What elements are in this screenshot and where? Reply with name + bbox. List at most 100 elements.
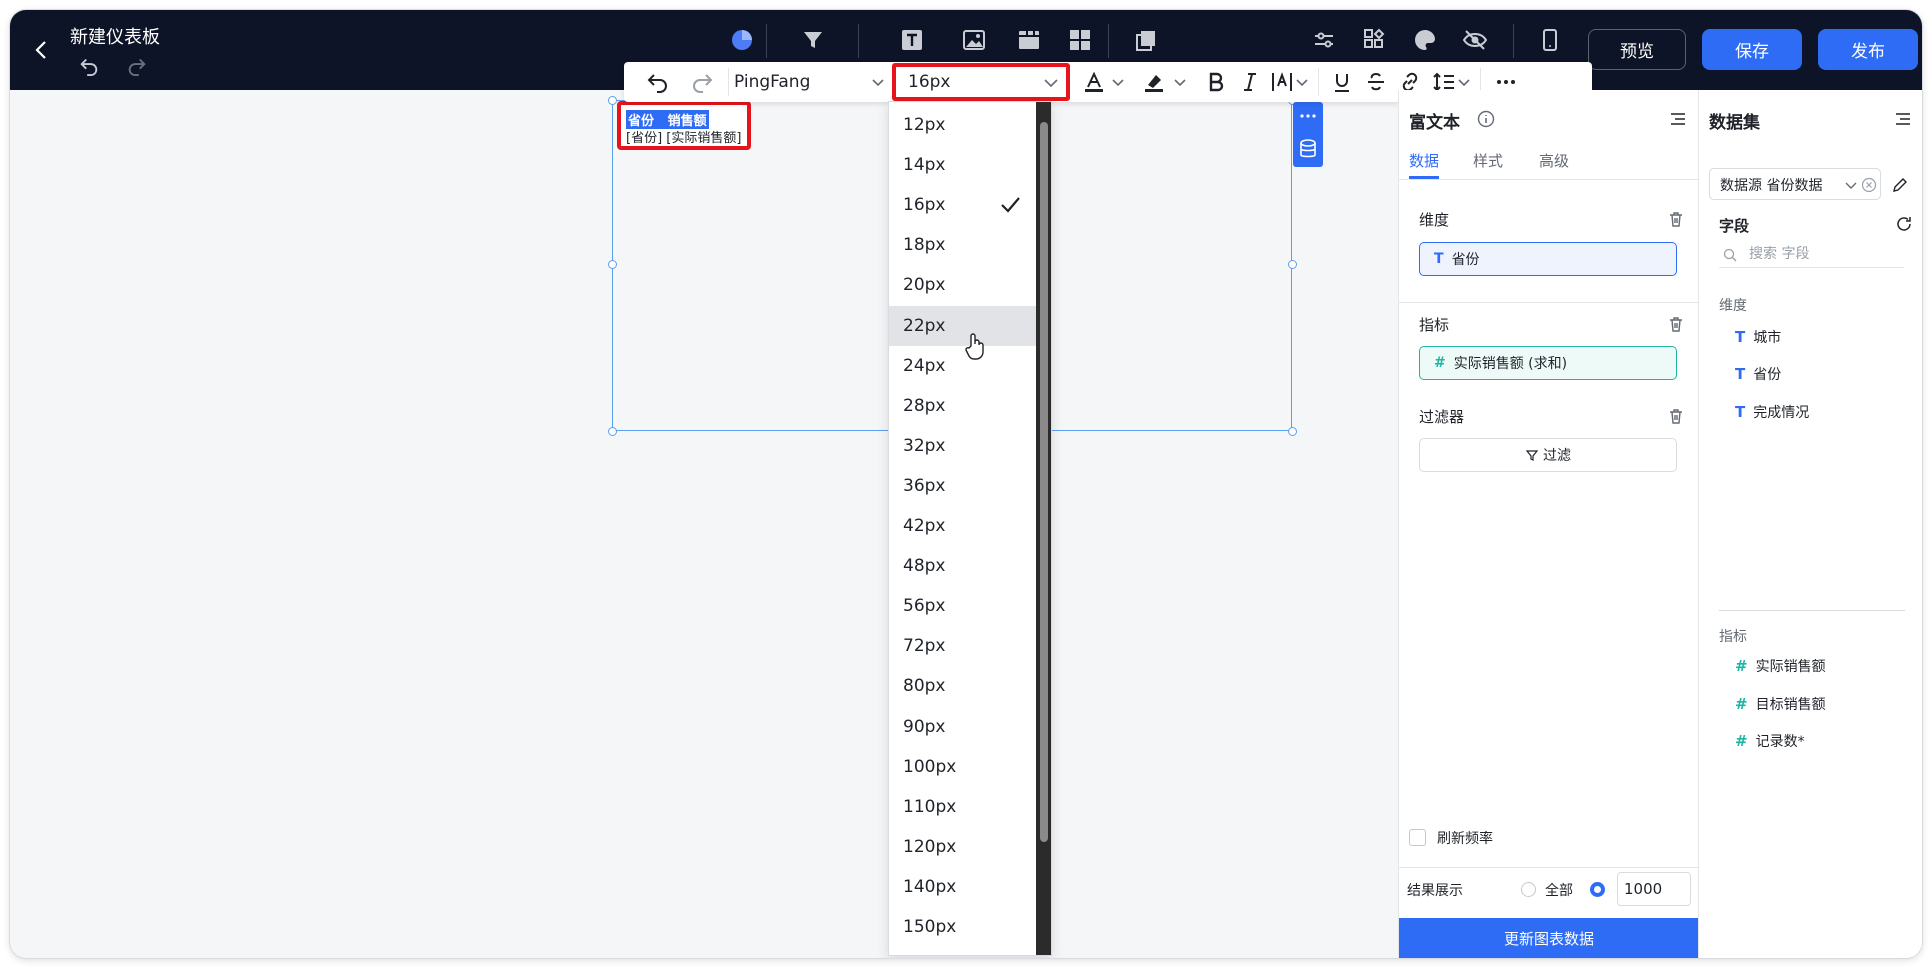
trash-icon[interactable] (1667, 315, 1685, 333)
radio-all[interactable] (1521, 882, 1536, 897)
tab-advanced[interactable]: 高级 (1539, 150, 1569, 171)
font-size-option[interactable]: 32px (889, 426, 1037, 466)
font-size-option[interactable]: 12px (889, 105, 1037, 145)
dimension-field-pill[interactable]: T 省份 (1419, 242, 1677, 276)
font-size-option[interactable]: 110px (889, 787, 1037, 827)
field-item-completion[interactable]: T 完成情况 (1735, 402, 1809, 422)
trash-icon[interactable] (1667, 407, 1685, 425)
tab-style[interactable]: 样式 (1473, 150, 1503, 171)
measure-field-label: 实际销售额 (求和) (1453, 356, 1568, 372)
font-size-option[interactable]: 120px (889, 827, 1037, 867)
dimension-field-label: 省份 (1451, 252, 1480, 268)
database-icon[interactable] (1298, 138, 1318, 160)
layout-grid-icon[interactable] (1066, 26, 1094, 54)
font-size-option[interactable]: 150px (889, 907, 1037, 947)
font-size-option[interactable]: 14px (889, 145, 1037, 185)
resize-handle-mr[interactable] (1288, 260, 1297, 269)
field-item-province[interactable]: T 省份 (1735, 364, 1781, 384)
publish-button[interactable]: 发布 (1818, 29, 1918, 70)
highlight-color-icon[interactable] (1142, 70, 1166, 94)
undo-icon[interactable] (78, 54, 100, 76)
font-size-option[interactable]: 100px (889, 747, 1037, 787)
components-icon[interactable] (1360, 26, 1388, 54)
font-size-option[interactable]: 36px (889, 466, 1037, 506)
font-size-option[interactable]: 16px (889, 185, 1037, 225)
filter-button[interactable]: 过滤 (1419, 438, 1677, 472)
font-color-icon[interactable] (1082, 70, 1106, 94)
font-size-option[interactable]: 72px (889, 626, 1037, 666)
collapse-panel-icon[interactable] (1894, 110, 1912, 128)
resize-handle-br[interactable] (1288, 427, 1297, 436)
font-size-option[interactable]: 22px (889, 306, 1037, 346)
collapse-panel-icon[interactable] (1669, 110, 1687, 128)
resize-handle-ml[interactable] (608, 260, 617, 269)
font-size-option[interactable]: 20px (889, 265, 1037, 305)
strikethrough-icon[interactable] (1364, 70, 1388, 94)
font-size-option[interactable]: 48px (889, 546, 1037, 586)
image-icon[interactable] (960, 26, 988, 54)
checkmark-icon (1001, 197, 1020, 213)
font-size-option[interactable]: 90px (889, 707, 1037, 747)
back-arrow-icon[interactable] (30, 38, 54, 62)
panel-divider[interactable] (1719, 610, 1905, 611)
font-family-select[interactable]: PingFang (734, 72, 810, 92)
preview-button[interactable]: 预览 (1588, 29, 1686, 70)
chart-pie-icon[interactable] (728, 26, 756, 54)
dropdown-scrollbar[interactable] (1036, 102, 1051, 955)
rich-text-content[interactable]: 省份 销售额 [省份] [实际销售额] (617, 101, 751, 150)
datasource-chevron-icon[interactable] (1844, 178, 1858, 192)
letter-spacing-icon[interactable] (1270, 70, 1294, 94)
font-size-option[interactable]: 42px (889, 506, 1037, 546)
field-search-input[interactable]: 搜索 字段 (1719, 240, 1904, 268)
text-icon[interactable] (898, 26, 926, 54)
italic-icon[interactable] (1238, 70, 1262, 94)
resize-handle-bl[interactable] (608, 427, 617, 436)
font-size-option[interactable]: 24px (889, 346, 1037, 386)
mobile-icon[interactable] (1536, 26, 1564, 54)
field-item-target-sales[interactable]: # 目标销售额 (1735, 694, 1826, 714)
font-size-option[interactable]: 28px (889, 386, 1037, 426)
more-dots-icon[interactable] (1298, 106, 1318, 126)
format-undo-icon[interactable] (646, 70, 670, 94)
copy-icon[interactable] (1132, 26, 1160, 54)
font-size-option[interactable]: 140px (889, 867, 1037, 907)
edit-pencil-icon[interactable] (1891, 176, 1909, 194)
font-size-option[interactable]: 80px (889, 666, 1037, 706)
tabs-icon[interactable] (1015, 26, 1043, 54)
settings-sliders-icon[interactable] (1310, 26, 1338, 54)
redo-icon[interactable] (126, 54, 148, 76)
field-item-actual-sales[interactable]: # 实际销售额 (1735, 656, 1826, 676)
theme-palette-icon[interactable] (1411, 26, 1439, 54)
font-size-chevron-icon[interactable] (1042, 72, 1060, 94)
refresh-icon[interactable] (1895, 215, 1913, 233)
refresh-checkbox[interactable] (1409, 829, 1426, 846)
save-button[interactable]: 保存 (1702, 29, 1802, 70)
measure-field-pill[interactable]: # 实际销售额 (求和) (1419, 346, 1677, 380)
radio-all-label: 全部 (1545, 883, 1573, 899)
filter-icon[interactable] (799, 26, 827, 54)
result-limit-input[interactable]: 1000 (1617, 872, 1691, 906)
font-size-option[interactable]: 18px (889, 225, 1037, 265)
highlight-chevron-icon[interactable] (1172, 70, 1188, 94)
trash-icon[interactable] (1667, 210, 1685, 228)
bold-icon[interactable] (1204, 70, 1228, 94)
rich-text-template-line[interactable]: [省份] [实际销售额] (626, 127, 741, 146)
dataset-measure-label: 指标 (1719, 629, 1747, 645)
tab-data[interactable]: 数据 (1409, 150, 1439, 171)
clear-icon[interactable] (1861, 177, 1877, 193)
field-item-city[interactable]: T 城市 (1735, 327, 1781, 347)
format-redo-icon[interactable] (690, 70, 714, 94)
underline-icon[interactable] (1330, 70, 1354, 94)
resize-handle-tl[interactable] (608, 96, 617, 105)
update-chart-data-button[interactable]: 更新图表数据 (1399, 918, 1699, 958)
radio-limit[interactable] (1590, 882, 1605, 897)
info-icon[interactable] (1477, 110, 1495, 128)
font-size-select[interactable]: 16px (892, 63, 1070, 101)
font-family-chevron-icon[interactable] (870, 70, 886, 94)
field-item-record-count[interactable]: # 记录数* (1735, 731, 1805, 751)
font-color-chevron-icon[interactable] (1110, 70, 1126, 94)
eye-hidden-icon[interactable] (1461, 26, 1489, 54)
letter-spacing-chevron-icon[interactable] (1294, 70, 1310, 94)
font-size-option[interactable]: 56px (889, 586, 1037, 626)
dropdown-scroll-thumb[interactable] (1040, 122, 1048, 842)
